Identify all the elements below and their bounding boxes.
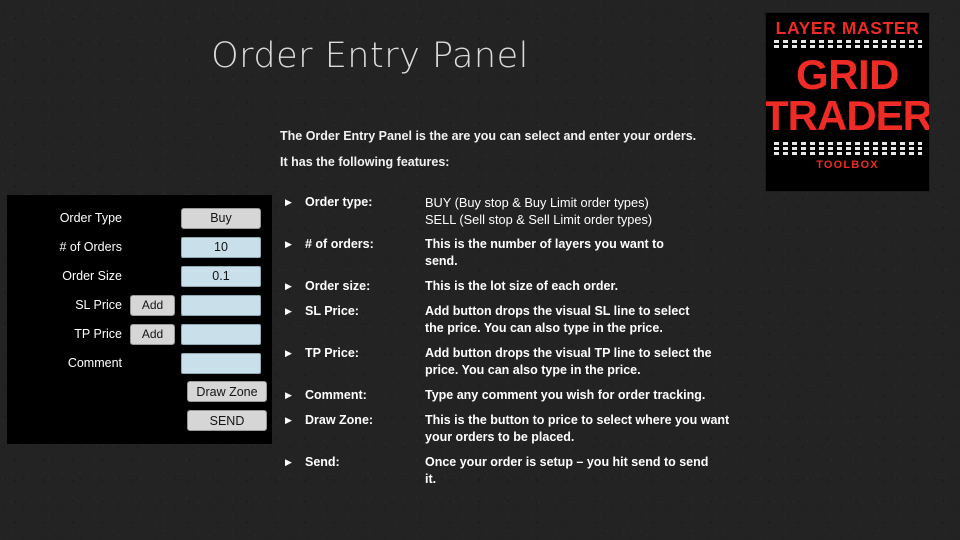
intro-line-1: The Order Entry Panel is the are you can…	[280, 129, 697, 143]
feature-desc-order-type: BUY (Buy stop & Buy Limit order types) S…	[425, 194, 652, 228]
logo-toolbox-text: TOOLBOX	[816, 158, 879, 171]
sl-price-row: SL Price Add	[8, 294, 271, 316]
feature-label-draw-zone: Draw Zone:	[305, 413, 374, 427]
feature-desc-line: send.	[425, 254, 458, 268]
feature-desc-line: This is the lot size of each order.	[425, 279, 619, 293]
tp-price-input[interactable]	[181, 323, 261, 345]
feature-desc-num-orders: This is the number of layers you want to…	[425, 236, 664, 270]
feature-desc-line: This is the button to price to select wh…	[425, 413, 730, 427]
feature-desc-line: Once your order is setup – you hit send …	[425, 455, 709, 469]
logo-layer-master-text: LAYER MASTER	[775, 18, 920, 38]
logo-grid-text: GRID	[796, 51, 900, 99]
logo-dashed-divider-bottom-1	[773, 141, 922, 145]
num-orders-row: # of Orders 10	[8, 236, 271, 258]
logo-dashed-divider-top-2	[773, 45, 922, 49]
feature-desc-line: the price. You can also type in the pric…	[425, 321, 663, 335]
intro-line-2: It has the following features:	[280, 155, 450, 169]
logo-trader-text: TRADER	[765, 91, 930, 139]
grid-trader-logo: LAYER MASTER GRID TRADER TOOLBOX	[765, 12, 930, 192]
feature-list: ▶ Order type: BUY (Buy stop & Buy Limit …	[283, 194, 953, 496]
intro-paragraph: The Order Entry Panel is the are you can…	[280, 126, 696, 173]
triangle-right-icon: ▶	[285, 239, 292, 249]
tp-price-add-button[interactable]: Add	[130, 323, 175, 345]
order-type-select[interactable]: Buy	[181, 207, 261, 229]
comment-input[interactable]	[181, 352, 261, 374]
feature-item-tp-price: ▶ TP Price: Add button drops the visual …	[283, 345, 953, 379]
feature-label-send: Send:	[305, 455, 340, 469]
feature-item-order-type: ▶ Order type: BUY (Buy stop & Buy Limit …	[283, 194, 953, 228]
feature-desc-line: it.	[425, 472, 437, 486]
feature-desc-line: Type any comment you wish for order trac…	[425, 388, 706, 402]
order-type-label: Order Type	[59, 211, 122, 225]
feature-item-num-orders: ▶ # of orders: This is the number of lay…	[283, 236, 953, 270]
triangle-right-icon: ▶	[285, 415, 292, 425]
logo-dashed-divider-bottom-2	[773, 146, 922, 150]
order-size-row: Order Size 0.1	[8, 265, 271, 287]
feature-desc-line: BUY (Buy stop & Buy Limit order types)	[425, 195, 649, 210]
feature-label-order-size: Order size:	[305, 279, 371, 293]
order-size-input[interactable]: 0.1	[181, 265, 261, 287]
num-orders-label: # of Orders	[59, 240, 122, 254]
feature-desc-line: price. You can also type in the price.	[425, 363, 641, 377]
order-entry-panel: Order Type Buy # of Orders 10 Order Size…	[8, 196, 271, 443]
triangle-right-icon: ▶	[285, 197, 292, 207]
feature-desc-line: This is the number of layers you want to	[425, 237, 664, 251]
order-size-label: Order Size	[62, 269, 122, 283]
page-title: Order Entry Panel	[211, 36, 529, 76]
feature-desc-line: SELL (Sell stop & Sell Limit order types…	[425, 212, 653, 227]
triangle-right-icon: ▶	[285, 348, 292, 358]
feature-item-order-size: ▶ Order size: This is the lot size of ea…	[283, 278, 953, 295]
feature-desc-draw-zone: This is the button to price to select wh…	[425, 412, 729, 446]
comment-label: Comment	[67, 356, 122, 370]
logo-dashed-divider-bottom-3	[773, 151, 922, 155]
logo-dashed-divider-top-1	[773, 40, 922, 44]
feature-label-tp-price: TP Price:	[305, 346, 359, 360]
sl-price-add-button[interactable]: Add	[130, 294, 175, 316]
draw-zone-button[interactable]: Draw Zone	[187, 381, 267, 402]
num-orders-input[interactable]: 10	[181, 236, 261, 258]
feature-label-num-orders: # of orders:	[305, 237, 374, 251]
feature-desc-line: Add button drops the visual TP line to s…	[425, 346, 712, 360]
triangle-right-icon: ▶	[285, 457, 292, 467]
comment-row: Comment	[8, 352, 271, 374]
feature-desc-line: Add button drops the visual SL line to s…	[425, 304, 690, 318]
tp-price-label: TP Price	[74, 327, 122, 341]
feature-desc-order-size: This is the lot size of each order.	[425, 278, 618, 295]
feature-desc-comment: Type any comment you wish for order trac…	[425, 387, 705, 404]
feature-item-sl-price: ▶ SL Price: Add button drops the visual …	[283, 303, 953, 337]
feature-desc-send: Once your order is setup – you hit send …	[425, 454, 708, 488]
triangle-right-icon: ▶	[285, 390, 292, 400]
feature-desc-sl-price: Add button drops the visual SL line to s…	[425, 303, 689, 337]
sl-price-label: SL Price	[75, 298, 122, 312]
feature-item-send: ▶ Send: Once your order is setup – you h…	[283, 454, 953, 488]
feature-desc-line: your orders to be placed.	[425, 430, 575, 444]
feature-item-draw-zone: ▶ Draw Zone: This is the button to price…	[283, 412, 953, 446]
feature-item-comment: ▶ Comment: Type any comment you wish for…	[283, 387, 953, 404]
feature-label-sl-price: SL Price:	[305, 304, 359, 318]
tp-price-row: TP Price Add	[8, 323, 271, 345]
feature-label-order-type: Order type:	[305, 195, 373, 209]
order-type-row: Order Type Buy	[8, 207, 271, 229]
triangle-right-icon: ▶	[285, 281, 292, 291]
feature-label-comment: Comment:	[305, 388, 367, 402]
feature-desc-tp-price: Add button drops the visual TP line to s…	[425, 345, 712, 379]
sl-price-input[interactable]	[181, 294, 261, 316]
triangle-right-icon: ▶	[285, 306, 292, 316]
send-button[interactable]: SEND	[187, 410, 267, 431]
